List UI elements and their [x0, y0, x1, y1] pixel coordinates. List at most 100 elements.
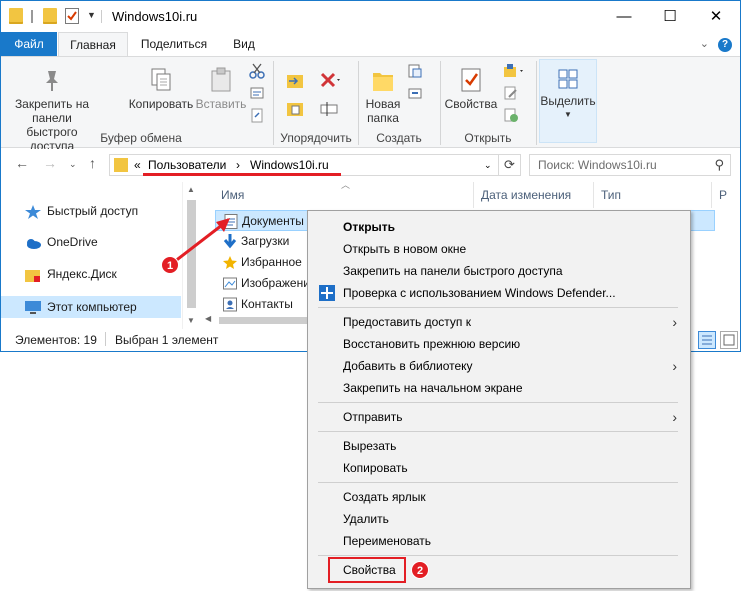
menu-item-defender-scan[interactable]: Проверка с использованием Windows Defend… [309, 282, 689, 304]
folder-icon[interactable] [43, 8, 57, 24]
shield-icon [319, 285, 335, 301]
move-to-icon[interactable] [285, 71, 307, 91]
selection-status: Выбран 1 элемент [115, 333, 219, 347]
nav-label: OneDrive [47, 235, 98, 249]
window-title: Windows10i.ru [112, 9, 198, 24]
nav-item-onedrive[interactable]: OneDrive [19, 231, 181, 253]
quick-access-dropdown-icon[interactable]: ▼ [87, 10, 96, 20]
nav-label: Быстрый доступ [47, 204, 139, 218]
file-name: Документы [242, 214, 304, 228]
nav-item-yandex-disk[interactable]: Яндекс.Диск [19, 263, 181, 285]
scroll-down-icon[interactable]: ▼ [187, 316, 195, 325]
help-button[interactable]: ? [718, 38, 732, 52]
chevron-down-icon[interactable]: ⌄ [484, 160, 492, 171]
menu-label: Добавить в библиотеку [343, 359, 473, 373]
menu-item-add-to-library[interactable]: Добавить в библиотеку › [309, 355, 689, 377]
properties-icon [459, 67, 483, 93]
up-arrow-icon[interactable]: ↑ [89, 155, 96, 171]
new-group-label: Создать [376, 131, 422, 145]
file-name: Изображения [241, 276, 317, 290]
scroll-left-icon[interactable]: ◀ [205, 314, 211, 323]
menu-item-cut[interactable]: Вырезать [309, 435, 689, 457]
address-prefix[interactable]: « [134, 158, 141, 172]
menu-label: Восстановить прежнюю версию [343, 337, 521, 351]
tab-share[interactable]: Поделиться [131, 32, 217, 56]
annotation-arrow [173, 218, 230, 264]
menu-separator [318, 307, 678, 308]
search-icon[interactable]: ⚲ [714, 157, 724, 173]
edit-icon[interactable] [503, 85, 519, 101]
menu-label: Удалить [343, 512, 389, 526]
breadcrumb-users[interactable]: Пользователи [148, 158, 226, 172]
checklist-icon[interactable] [65, 8, 79, 24]
folder-icon [114, 158, 128, 172]
column-header-name[interactable]: Имя [221, 188, 244, 202]
rename-icon[interactable] [319, 99, 341, 119]
refresh-button[interactable]: ⟳ [499, 154, 521, 176]
new-folder-button[interactable]: Новая папка [361, 67, 405, 125]
tab-file[interactable]: Файл [1, 32, 57, 56]
menu-item-rename[interactable]: Переименовать [309, 530, 689, 552]
easy-access-icon[interactable] [407, 85, 423, 101]
column-header-date[interactable]: Дата изменения [481, 188, 571, 202]
breadcrumb-current[interactable]: Windows10i.ru [250, 158, 329, 172]
menu-separator [318, 555, 678, 556]
pin-icon [40, 67, 64, 93]
history-icon[interactable] [503, 107, 519, 123]
details-view-button[interactable] [698, 331, 716, 349]
menu-item-open[interactable]: Открыть [309, 216, 689, 238]
nav-item-this-pc[interactable]: Этот компьютер [1, 296, 181, 318]
menu-item-restore-previous[interactable]: Восстановить прежнюю версию [309, 333, 689, 355]
nav-label: Этот компьютер [47, 300, 137, 314]
tiles-view-button[interactable] [720, 331, 738, 349]
forward-arrow-icon[interactable]: → [43, 155, 57, 171]
properties-ribbon-button[interactable]: Свойства [443, 67, 499, 111]
tab-home[interactable]: Главная [58, 32, 128, 57]
menu-item-copy[interactable]: Копировать [309, 457, 689, 479]
menu-item-give-access[interactable]: Предоставить доступ к › [309, 311, 689, 333]
nav-item-quick-access[interactable]: Быстрый доступ [19, 200, 181, 222]
paste-shortcut-icon[interactable] [249, 107, 265, 123]
column-header-size[interactable]: Р [719, 188, 727, 202]
divider [31, 10, 33, 23]
submenu-arrow-icon: › [672, 314, 677, 330]
select-button[interactable]: Выделить ▼ [539, 59, 597, 143]
details-view-icon [702, 335, 712, 345]
recent-dropdown-icon[interactable]: ⌄ [69, 159, 77, 170]
column-header-type[interactable]: Тип [601, 188, 621, 202]
context-menu: Открыть Открыть в новом окне Закрепить н… [307, 210, 691, 589]
close-button[interactable]: ✕ [693, 1, 739, 32]
select-icon [557, 68, 579, 90]
copy-path-icon[interactable] [249, 85, 265, 101]
scrollbar-thumb[interactable] [219, 317, 307, 324]
search-box[interactable]: ⚲ [529, 154, 731, 176]
open-icon[interactable] [503, 63, 527, 79]
menu-item-open-new-window[interactable]: Открыть в новом окне [309, 238, 689, 260]
minimize-button[interactable]: — [601, 1, 647, 32]
chevron-down-icon[interactable]: ⌄ [700, 38, 709, 50]
copy-button[interactable]: Копировать [127, 67, 195, 111]
scissors-icon[interactable] [249, 63, 265, 79]
search-input[interactable] [530, 155, 700, 175]
delete-icon[interactable] [319, 71, 341, 91]
menu-label: Вырезать [343, 439, 397, 453]
column-divider [473, 182, 474, 208]
menu-item-create-shortcut[interactable]: Создать ярлык [309, 486, 689, 508]
sort-arrow-icon: ︿ [341, 180, 351, 190]
submenu-arrow-icon: › [672, 358, 677, 374]
back-arrow-icon[interactable]: ← [15, 155, 29, 171]
scroll-up-icon[interactable]: ▲ [187, 185, 195, 194]
maximize-button[interactable]: ☐ [647, 1, 693, 32]
tab-view[interactable]: Вид [221, 32, 267, 56]
title-bar: ▼ Windows10i.ru — ☐ ✕ [1, 1, 740, 32]
menu-item-send-to[interactable]: Отправить › [309, 406, 689, 428]
horizontal-scrollbar[interactable]: ◀ [201, 312, 311, 329]
paste-button[interactable]: Вставить [195, 67, 247, 111]
menu-item-delete[interactable]: Удалить [309, 508, 689, 530]
menu-item-pin-to-start[interactable]: Закрепить на начальном экране [309, 377, 689, 399]
menu-item-pin-quick-access[interactable]: Закрепить на панели быстрого доступа [309, 260, 689, 282]
breadcrumb-separator[interactable]: › [236, 158, 240, 172]
folder-icon[interactable] [9, 8, 23, 24]
copy-to-icon[interactable] [285, 99, 307, 119]
new-item-icon[interactable] [407, 63, 423, 79]
